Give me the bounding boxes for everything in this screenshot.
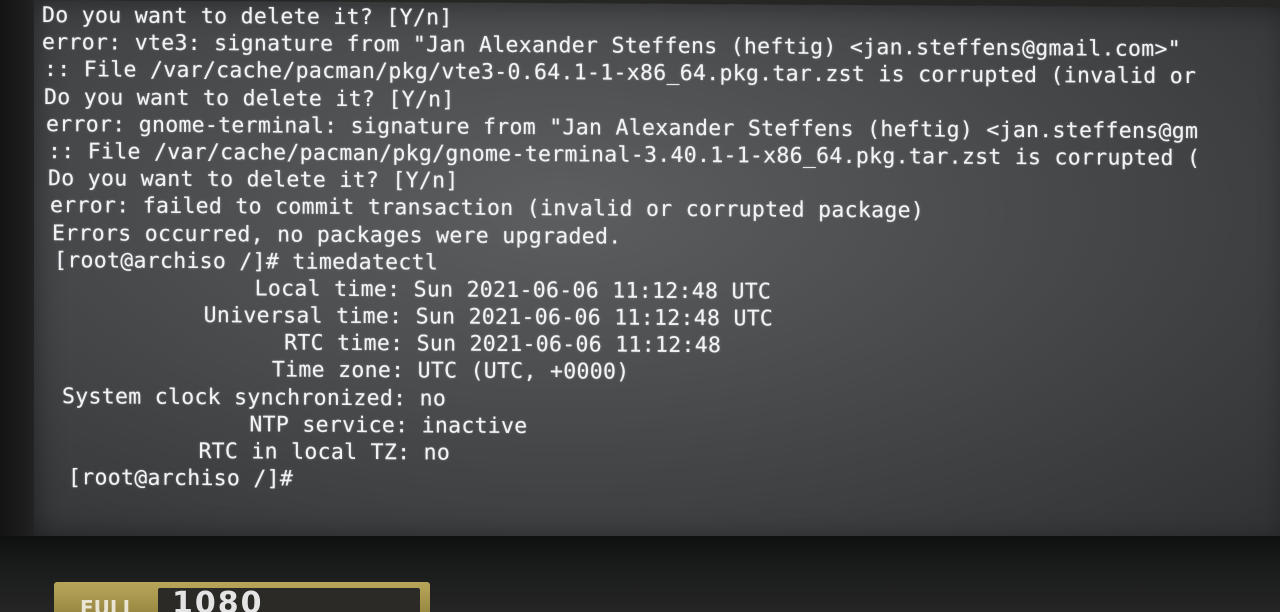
terminal-prompt[interactable]: [root@archiso /]#: [68, 464, 1220, 498]
terminal-cursor: [293, 470, 296, 490]
sticker-large-label: 1080: [172, 586, 264, 612]
monitor-sticker: FULL 1080: [54, 582, 430, 612]
terminal-output[interactable]: Do you want to delete it? [Y/n] error: vt…: [42, 2, 1200, 498]
terminal-screen[interactable]: Do you want to delete it? [Y/n] error: vt…: [34, 0, 1280, 546]
prompt-text: [root@archiso /]#: [68, 465, 294, 492]
sticker-small-label: FULL: [80, 596, 136, 612]
photo-of-monitor: Do you want to delete it? [Y/n] error: vt…: [0, 0, 1280, 612]
